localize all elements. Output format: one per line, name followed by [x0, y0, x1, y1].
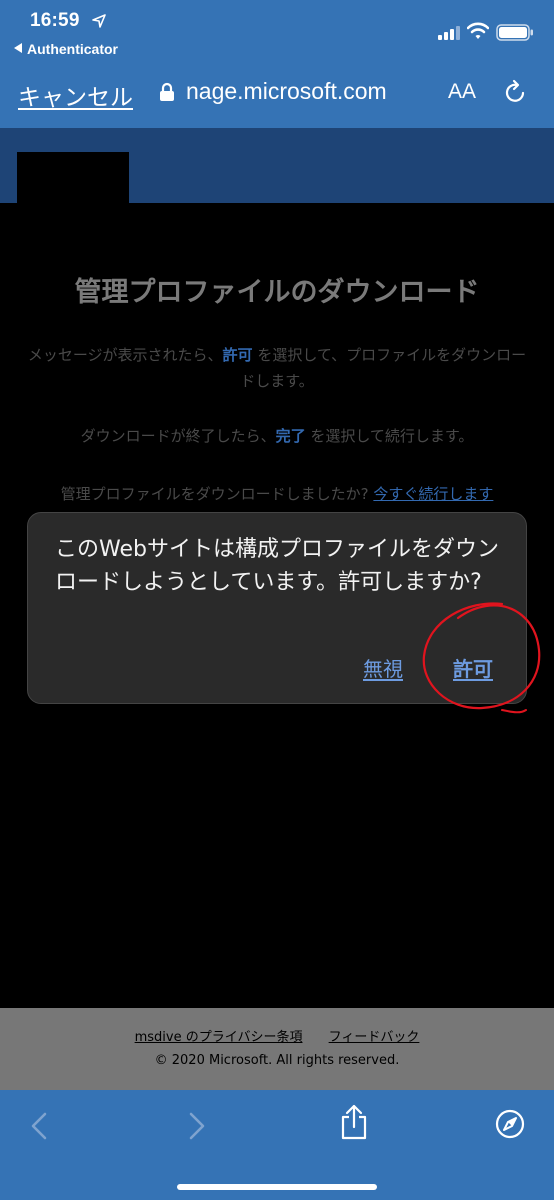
battery-icon — [496, 24, 533, 41]
cellular-signal-icon — [438, 26, 460, 40]
instruction-allow-after: を選択して、プロファイルをダウンロードします。 — [240, 346, 527, 390]
feedback-link[interactable]: フィードバック — [329, 1030, 420, 1045]
instruction-done-keyword: 完了 — [275, 427, 306, 445]
home-indicator[interactable] — [177, 1184, 377, 1190]
page-title: 管理プロファイルのダウンロード — [74, 277, 480, 308]
footer-links: msdive のプライバシー条項 フィードバック — [0, 1026, 554, 1045]
back-to-app-link[interactable]: Authenticator — [14, 41, 118, 57]
status-time: 16:59 — [30, 10, 80, 31]
instruction-done-before: ダウンロードが終了したら、 — [80, 427, 276, 445]
red-annotation-circle — [422, 602, 541, 714]
instruction-allow: メッセージが表示されたら、許可 を選択して、プロファイルをダウンロードします。 — [22, 342, 532, 394]
reload-icon[interactable] — [504, 79, 528, 105]
lock-icon — [160, 82, 174, 101]
back-chevron-icon[interactable] — [30, 1112, 48, 1140]
text-size-button[interactable]: AA — [448, 80, 476, 104]
cancel-button[interactable]: キャンセル — [18, 78, 133, 112]
text-size-label: AA — [448, 80, 477, 103]
instruction-allow-before: メッセージが表示されたら、 — [27, 346, 223, 364]
continue-now-link[interactable]: 今すぐ続行します — [373, 485, 493, 503]
instruction-done-after: を選択して続行します。 — [305, 427, 474, 445]
instruction-done: ダウンロードが終了したら、完了 を選択して続行します。 — [22, 423, 532, 449]
address-bar-url[interactable]: nage.microsoft.com — [186, 78, 387, 105]
browser-top-bar: 16:59 Authenticator キャンセル nage.microsoft… — [0, 0, 554, 128]
instruction-allow-keyword: 許可 — [222, 346, 253, 364]
continue-prompt: 管理プロファイルをダウンロードしましたか? 今すぐ続行します — [22, 481, 532, 507]
page-footer — [0, 1008, 554, 1090]
back-app-label: Authenticator — [27, 41, 118, 57]
redacted-logo — [17, 152, 129, 203]
wifi-icon — [467, 22, 489, 39]
copyright-text: © 2020 Microsoft. All rights reserved. — [154, 1053, 400, 1068]
compass-safari-icon[interactable] — [495, 1109, 525, 1139]
back-triangle-icon — [14, 43, 22, 53]
privacy-link[interactable]: msdive のプライバシー条項 — [135, 1030, 303, 1045]
location-arrow-icon — [92, 14, 106, 28]
forward-chevron-icon[interactable] — [188, 1112, 206, 1140]
dialog-message: このWebサイトは構成プロファイルをダウンロードしようとしています。許可しますか… — [55, 537, 499, 595]
ignore-button[interactable]: 無視 — [363, 653, 403, 682]
share-icon[interactable] — [340, 1104, 368, 1140]
continue-prompt-text: 管理プロファイルをダウンロードしましたか? — [60, 485, 374, 503]
